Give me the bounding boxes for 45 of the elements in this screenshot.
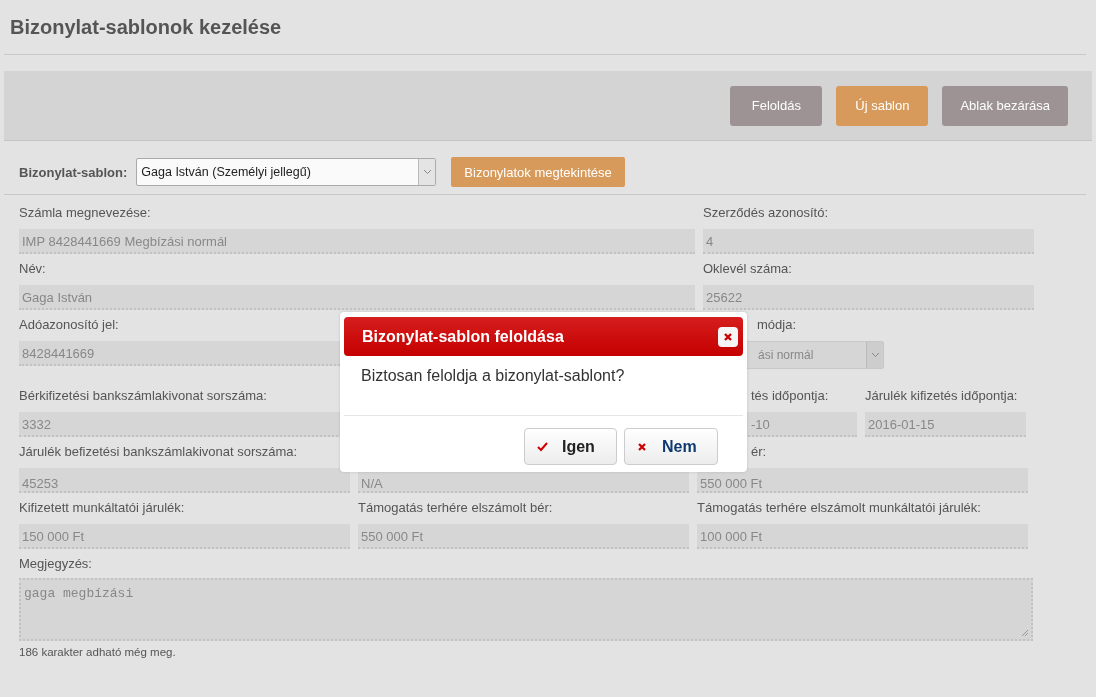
field-label: tés időpontja: bbox=[750, 387, 830, 405]
field-label: Kifizetett munkáltatói járulék: bbox=[19, 499, 186, 517]
close-icon bbox=[637, 441, 648, 452]
confirm-button[interactable]: Igen bbox=[524, 428, 617, 465]
resize-grip-icon[interactable] bbox=[1022, 630, 1029, 637]
toolbar-button[interactable]: Ablak bezárása bbox=[942, 85, 1068, 126]
input-field[interactable]: 550 000 Ft bbox=[697, 468, 1028, 493]
dialog-message: Biztosan feloldja a bizonylat-sablont? bbox=[360, 366, 626, 386]
field-label: Támogatás terhére elszámolt munkáltatói járulék: bbox=[697, 499, 982, 517]
field-label: Adóazonosító jel: bbox=[19, 316, 120, 334]
page-title: Bizonylat-sablonok kezelése bbox=[9, 15, 283, 40]
toolbar-button[interactable]: Feloldás bbox=[730, 85, 823, 126]
field-label: Bizonylat-sablon: bbox=[19, 164, 128, 180]
textarea-field[interactable]: gaga megbízási bbox=[19, 578, 1033, 641]
field-label: Támogatás terhére elszámolt bér: bbox=[358, 499, 554, 517]
input-field[interactable]: 150 000 Ft bbox=[19, 524, 350, 549]
view-documents-button[interactable]: Bizonylatok megtekintése bbox=[451, 157, 625, 187]
field-label: Szerződés azonosító: bbox=[703, 204, 830, 222]
input-field[interactable]: Gaga István bbox=[19, 285, 695, 310]
field-label: Név: bbox=[19, 260, 47, 278]
field-label: Oklevél száma: bbox=[703, 260, 793, 278]
field-label: ér: bbox=[750, 443, 768, 461]
input-field[interactable]: 4 bbox=[703, 229, 1034, 254]
dropdown-field[interactable]: Gaga István (Személyi jellegű) bbox=[136, 158, 437, 186]
dialog-title: Bizonylat-sablon feloldása bbox=[362, 327, 564, 346]
chevron-down-icon bbox=[422, 169, 432, 175]
cancel-button[interactable]: Nem bbox=[624, 428, 718, 465]
input-field[interactable]: 2016-01-15 bbox=[865, 412, 1026, 437]
close-button[interactable] bbox=[718, 326, 738, 347]
input-field[interactable]: 100 000 Ft bbox=[697, 524, 1028, 549]
input-field[interactable]: IMP 8428441669 Megbízási normál bbox=[19, 229, 695, 254]
field-label: Bérkifizetési bankszámlakivonat sorszáma: bbox=[19, 387, 268, 405]
input-field[interactable]: 45253 bbox=[19, 468, 350, 493]
chevron-down-icon bbox=[870, 352, 880, 358]
character-counter: 186 karakter adható még meg. bbox=[19, 646, 177, 658]
field-label: Számla megnevezése: bbox=[19, 204, 152, 222]
field-label: módja: bbox=[756, 316, 798, 334]
field-label: Járulék befizetési bankszámlakivonat sorszáma: bbox=[19, 443, 299, 461]
toolbar-button[interactable]: Új sablon bbox=[836, 85, 929, 126]
input-field[interactable]: 25622 bbox=[703, 285, 1034, 310]
close-icon bbox=[723, 331, 733, 342]
field-label: Járulék kifizetés időpontja: bbox=[865, 387, 1019, 405]
input-field[interactable]: 550 000 Ft bbox=[358, 524, 689, 549]
field-label: Megjegyzés: bbox=[19, 555, 93, 573]
checkmark-icon bbox=[537, 441, 548, 452]
